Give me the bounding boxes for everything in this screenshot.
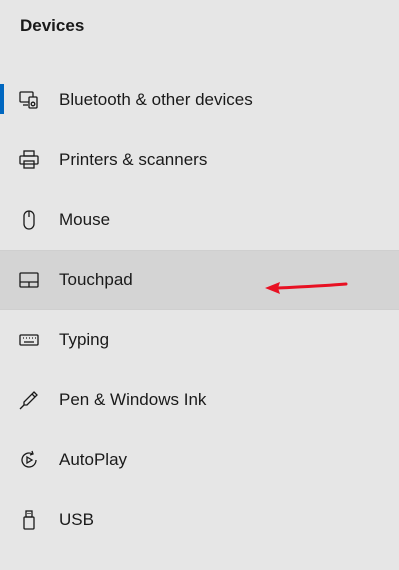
nav-item-usb[interactable]: USB [0,490,399,550]
nav-item-label: Pen & Windows Ink [59,390,207,409]
nav-item-label: Touchpad [59,270,133,289]
nav-item-label: USB [59,510,94,529]
nav-item-printers[interactable]: Printers & scanners [0,130,399,190]
selection-indicator [0,84,4,114]
devices-nav: Bluetooth & other devices Printers & sca… [0,70,399,550]
nav-item-bluetooth[interactable]: Bluetooth & other devices [0,70,399,130]
nav-item-label: Printers & scanners [59,150,208,169]
printer-icon [18,149,40,171]
keyboard-icon [18,329,40,351]
section-title: Devices [20,16,85,35]
nav-item-mouse[interactable]: Mouse [0,190,399,250]
nav-item-label: Typing [59,330,110,349]
nav-item-autoplay[interactable]: AutoPlay [0,430,399,490]
nav-item-typing[interactable]: Typing [0,310,399,370]
usb-icon [18,509,40,531]
pen-icon [18,389,40,411]
mouse-icon [18,209,40,231]
nav-item-label: Mouse [59,210,111,229]
annotation-arrow-icon [265,282,348,294]
nav-item-pen[interactable]: Pen & Windows Ink [0,370,399,430]
autoplay-icon [18,449,40,471]
bluetooth-devices-icon [18,89,40,111]
nav-item-label: Bluetooth & other devices [59,90,253,109]
touchpad-icon [18,269,40,291]
nav-item-label: AutoPlay [59,450,128,469]
